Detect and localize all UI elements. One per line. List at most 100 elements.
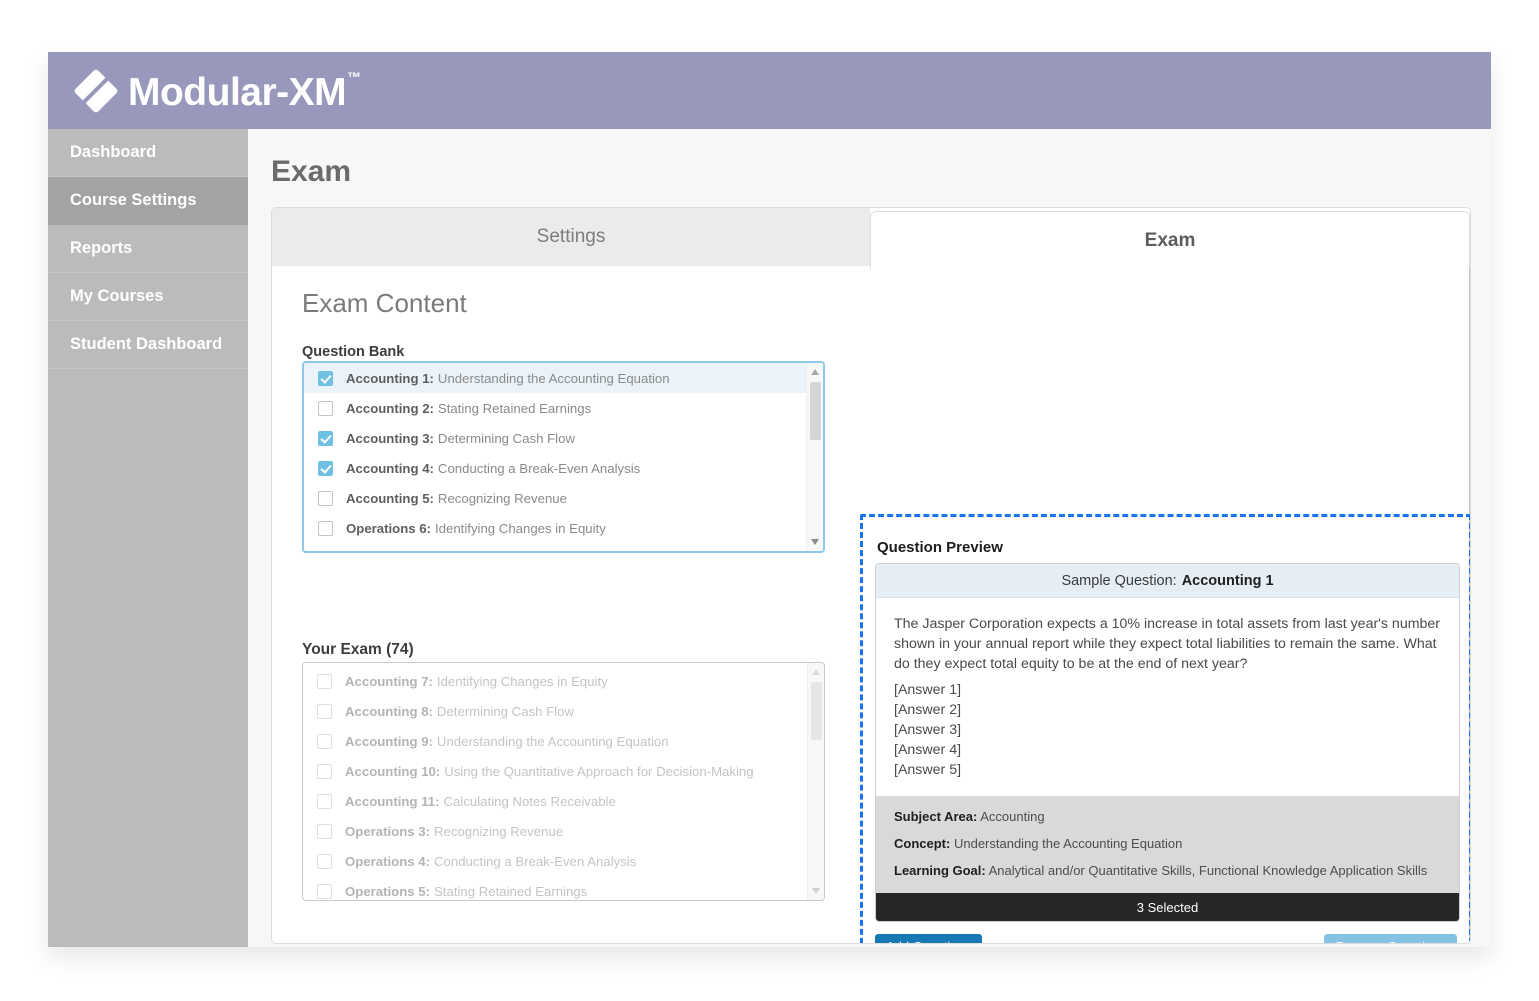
question-id-label: Operations 6: bbox=[346, 520, 432, 536]
question-checkbox[interactable] bbox=[318, 400, 333, 416]
question-id-label: Accounting 5: bbox=[346, 490, 434, 506]
question-bank-list[interactable]: Accounting 1: Understanding the Accountin… bbox=[302, 361, 825, 553]
question-id-label: Operations 5: bbox=[345, 883, 431, 899]
question-id-label: Accounting 10: bbox=[345, 763, 441, 779]
question-checkbox[interactable] bbox=[317, 883, 332, 899]
question-id-label: Accounting 9: bbox=[345, 733, 433, 749]
question-preview-box: Sample Question: Accounting 1 The Jasper… bbox=[875, 563, 1460, 922]
question-title-label: Stating Retained Earnings bbox=[437, 400, 592, 416]
your-exam-label: Your Exam (74) bbox=[302, 641, 414, 658]
question-list-item[interactable]: Operations 6: Identifying Changes in Equi… bbox=[304, 513, 808, 543]
question-title-label: Recognizing Revenue bbox=[434, 823, 564, 839]
sample-question-prefix: Sample Question: bbox=[1061, 572, 1177, 589]
question-checkbox[interactable] bbox=[318, 460, 333, 476]
question-title-label: Conducting a Break-Even Analysis bbox=[434, 853, 637, 869]
tab-label: Settings bbox=[536, 226, 606, 247]
question-title-label: Determining Cash Flow bbox=[437, 430, 575, 446]
sidebar-item-reports[interactable]: Reports bbox=[48, 225, 248, 273]
remove-questions-button[interactable]: Remove Questions bbox=[1324, 934, 1457, 943]
question-checkbox[interactable] bbox=[318, 550, 333, 551]
concept-row: Concept: Understanding the Accounting Eq… bbox=[894, 836, 1441, 851]
brand-logo[interactable]: Modular-XM ™ bbox=[73, 66, 362, 116]
subject-area-label: Subject Area: bbox=[894, 809, 978, 824]
question-checkbox[interactable] bbox=[317, 673, 332, 689]
question-list-item[interactable]: Accounting 2: Stating Retained Earnings bbox=[304, 393, 808, 423]
question-checkbox[interactable] bbox=[317, 703, 332, 719]
question-checkbox[interactable] bbox=[317, 793, 332, 809]
scroll-down-icon[interactable] bbox=[812, 888, 820, 894]
question-id-label: Accounting 4: bbox=[346, 460, 434, 476]
app-header: Modular-XM ™ bbox=[48, 52, 1491, 129]
question-list-item[interactable]: Accounting 3: Determining Cash Flow bbox=[304, 423, 808, 453]
question-checkbox[interactable] bbox=[318, 520, 333, 536]
your-exam-list[interactable]: Accounting 7: Identifying Changes in Equi… bbox=[302, 662, 825, 901]
tab-bar: Settings Exam bbox=[272, 208, 1470, 269]
question-title-label: Conducting a Break-Even Analysis bbox=[437, 460, 641, 476]
question-text: The Jasper Corporation expects a 10% inc… bbox=[894, 616, 1441, 672]
question-checkbox[interactable] bbox=[317, 763, 332, 779]
question-list-item[interactable]: Operations 5: Stating Retained Earnings bbox=[303, 876, 808, 900]
question-id-label: Accounting 8: bbox=[345, 703, 433, 719]
subject-area-value: Accounting bbox=[980, 809, 1045, 824]
sample-question-header: Sample Question: Accounting 1 bbox=[876, 564, 1459, 598]
scroll-up-icon[interactable] bbox=[812, 669, 820, 675]
question-checkbox[interactable] bbox=[317, 853, 332, 869]
question-list-item[interactable]: Operations 7: Calculating Notes Receivabl… bbox=[304, 543, 808, 551]
question-list-item[interactable]: Operations 4: Conducting a Break-Even Ana… bbox=[303, 846, 808, 876]
section-title: Exam Content bbox=[302, 288, 467, 318]
page-title: Exam bbox=[271, 155, 352, 188]
sidebar-item-course-settings[interactable]: Course Settings bbox=[48, 177, 248, 225]
sidebar: Dashboard Course Settings Reports My Course… bbox=[48, 129, 248, 947]
brand-trademark: ™ bbox=[347, 69, 362, 85]
scrollbar-thumb[interactable] bbox=[811, 682, 822, 740]
scroll-up-icon[interactable] bbox=[811, 369, 819, 375]
question-checkbox[interactable] bbox=[318, 370, 333, 386]
concept-label: Concept: bbox=[894, 836, 951, 851]
question-title-label: Stating Retained Earnings bbox=[434, 883, 588, 899]
scroll-down-icon[interactable] bbox=[811, 539, 819, 545]
question-id-label: Operations 3: bbox=[345, 823, 431, 839]
question-list-item[interactable]: Operations 3: Recognizing Revenue bbox=[303, 816, 808, 846]
app-window: Modular-XM ™ Dashboard Course Settings Rep… bbox=[48, 52, 1491, 947]
question-id-label: Accounting 11: bbox=[345, 793, 440, 809]
question-list-item[interactable]: Accounting 8: Determining Cash Flow bbox=[303, 696, 808, 726]
learning-goal-label: Learning Goal: bbox=[894, 863, 986, 878]
question-title-label: Determining Cash Flow bbox=[436, 703, 574, 719]
question-list-item[interactable]: Accounting 10: Using the Quantitative App… bbox=[303, 756, 808, 786]
sidebar-item-my-courses[interactable]: My Courses bbox=[48, 273, 248, 321]
question-metadata: Subject Area: Accounting Concept: Unders… bbox=[876, 796, 1459, 893]
question-preview-title: Question Preview bbox=[877, 539, 1003, 556]
question-title-label: Identifying Changes in Equity bbox=[436, 673, 608, 689]
question-title-label: Recognizing Revenue bbox=[437, 490, 567, 506]
question-list-item[interactable]: Accounting 7: Identifying Changes in Equi… bbox=[303, 666, 808, 696]
question-list-item[interactable]: Accounting 5: Recognizing Revenue bbox=[304, 483, 808, 513]
scrollbar-thumb[interactable] bbox=[810, 382, 821, 440]
main-content: Exam Settings Exam Exam Content Question … bbox=[248, 129, 1491, 947]
brand-name: Modular-XM bbox=[128, 70, 347, 114]
tab-exam[interactable]: Exam bbox=[870, 211, 1470, 269]
question-preview-panel: Question Preview Sample Question: Accoun… bbox=[860, 514, 1470, 943]
question-id-label: Accounting 3: bbox=[346, 430, 434, 446]
question-checkbox[interactable] bbox=[317, 733, 332, 749]
sidebar-item-student-dashboard[interactable]: Student Dashboard bbox=[48, 321, 248, 369]
question-list-item[interactable]: Accounting 11: Calculating Notes Receivab… bbox=[303, 786, 808, 816]
question-title-label: Understanding the Accounting Equation bbox=[436, 733, 669, 749]
card-body: Exam Content Question Bank Accounting 1:… bbox=[272, 266, 1470, 943]
sidebar-item-dashboard[interactable]: Dashboard bbox=[48, 129, 248, 177]
question-checkbox[interactable] bbox=[318, 430, 333, 446]
concept-value: Understanding the Accounting Equation bbox=[953, 836, 1183, 851]
sidebar-item-label: Course Settings bbox=[70, 191, 197, 209]
sidebar-item-label: Reports bbox=[70, 239, 133, 257]
tab-settings[interactable]: Settings bbox=[272, 208, 870, 266]
tab-label: Exam bbox=[1144, 229, 1196, 251]
your-exam-scrollbar[interactable] bbox=[807, 663, 824, 900]
question-bank-scrollbar[interactable] bbox=[806, 363, 823, 551]
diamond-logo-icon bbox=[73, 68, 119, 114]
question-checkbox[interactable] bbox=[318, 490, 333, 506]
question-bank-label: Question Bank bbox=[302, 344, 405, 360]
add-questions-button[interactable]: Add Questions bbox=[875, 934, 983, 943]
question-list-item[interactable]: Accounting 4: Conducting a Break-Even Ana… bbox=[304, 453, 808, 483]
question-list-item[interactable]: Accounting 9: Understanding the Accountin… bbox=[303, 726, 808, 756]
question-list-item[interactable]: Accounting 1: Understanding the Accountin… bbox=[304, 363, 808, 393]
question-checkbox[interactable] bbox=[317, 823, 332, 839]
